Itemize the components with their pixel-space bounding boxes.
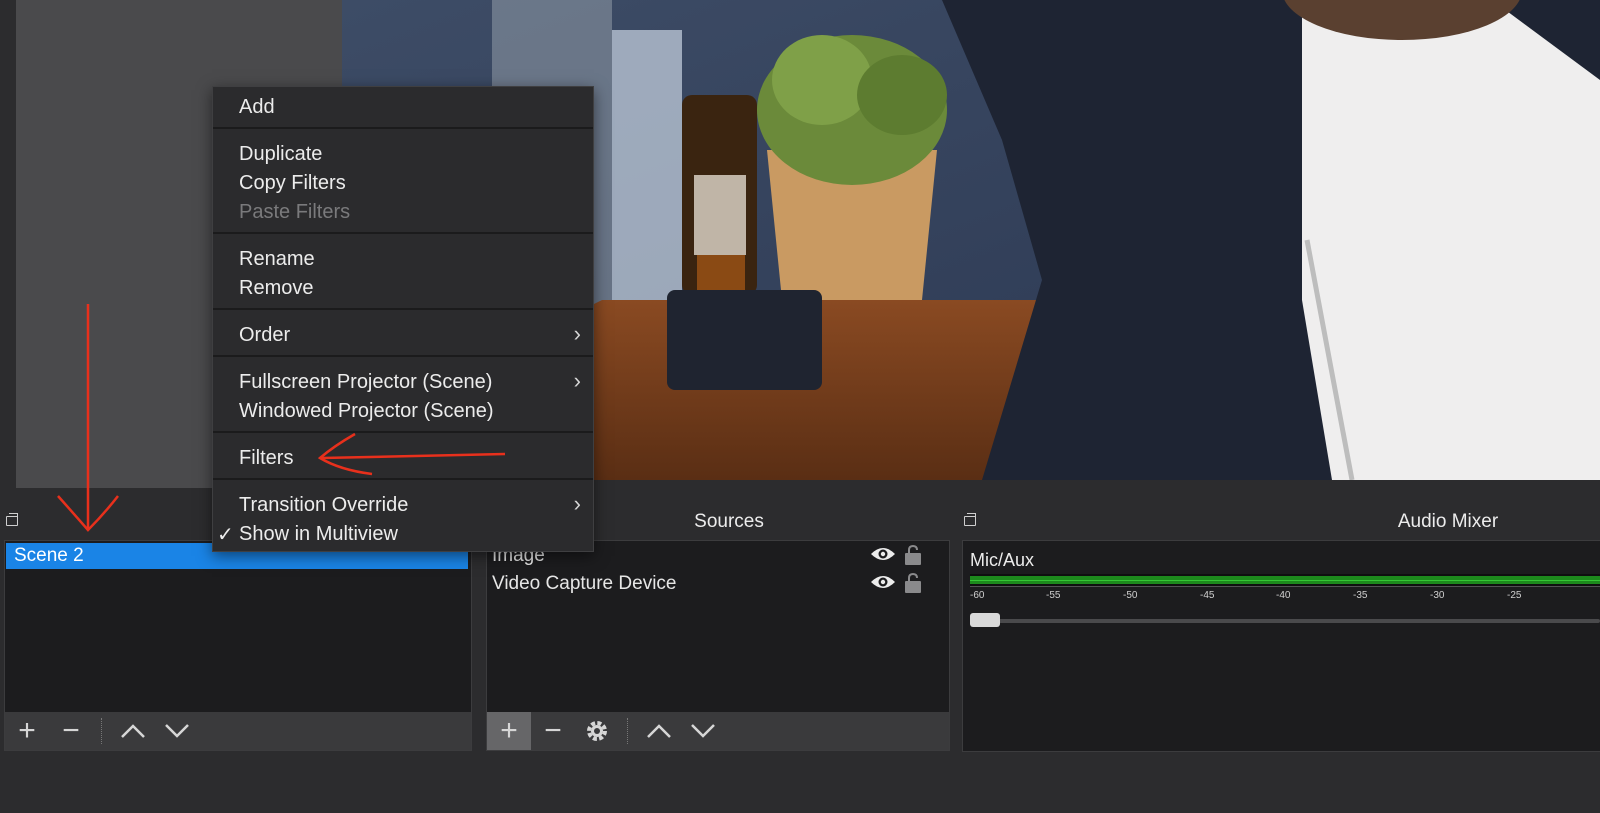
menu-item-windowed-projector[interactable]: Windowed Projector (Scene) — [239, 397, 494, 426]
menu-separator — [213, 355, 593, 357]
volume-slider-track[interactable] — [975, 619, 1600, 623]
source-item[interactable]: Video Capture Device — [492, 571, 932, 597]
add-scene-button[interactable]: + — [5, 712, 49, 750]
menu-separator — [213, 478, 593, 480]
meter-scale: -60 -55 -50 -45 -40 -35 -30 -25 — [970, 586, 1600, 616]
menu-item-add[interactable]: Add — [239, 93, 275, 122]
toolbar-separator — [627, 718, 629, 744]
menu-item-show-in-multiview[interactable]: Show in Multiview — [239, 520, 398, 549]
menu-item-transition-override[interactable]: Transition Override — [239, 491, 408, 520]
meter-tick-label: -40 — [1276, 590, 1291, 601]
unlock-icon[interactable] — [904, 545, 922, 565]
source-name: Video Capture Device — [492, 573, 677, 594]
meter-tick-label: -60 — [970, 590, 985, 601]
submenu-arrow-icon: › — [573, 491, 581, 516]
audio-mixer-panel — [962, 540, 1600, 752]
scene-context-menu: Add Duplicate Copy Filters Paste Filters… — [212, 86, 594, 552]
meter-tick-label: -50 — [1123, 590, 1138, 601]
menu-separator — [213, 308, 593, 310]
volume-slider-handle[interactable] — [970, 613, 1000, 627]
unlock-icon[interactable] — [904, 573, 922, 593]
minus-icon: − — [62, 714, 80, 747]
submenu-arrow-icon: › — [573, 368, 581, 393]
eye-icon[interactable] — [870, 545, 896, 563]
menu-item-remove[interactable]: Remove — [239, 274, 313, 303]
gear-icon — [587, 721, 607, 741]
plus-icon: + — [18, 714, 36, 747]
meter-tick-label: -55 — [1046, 590, 1061, 601]
move-source-up-button[interactable] — [637, 712, 681, 750]
menu-item-rename[interactable]: Rename — [239, 245, 315, 274]
volume-meter-highlight — [970, 580, 1600, 581]
eye-icon[interactable] — [870, 573, 896, 591]
menu-item-order[interactable]: Order — [239, 321, 290, 350]
move-scene-down-button[interactable] — [155, 712, 199, 750]
meter-tick-label: -30 — [1430, 590, 1445, 601]
menu-separator — [213, 127, 593, 129]
source-properties-button[interactable] — [575, 712, 619, 750]
move-source-down-button[interactable] — [681, 712, 725, 750]
menu-separator — [213, 232, 593, 234]
meter-tick-label: -25 — [1507, 590, 1522, 601]
menu-separator — [213, 431, 593, 433]
remove-scene-button[interactable]: − — [49, 712, 93, 750]
menu-item-filters[interactable]: Filters — [239, 444, 293, 473]
remove-source-button[interactable]: − — [531, 712, 575, 750]
menu-item-copy-filters[interactable]: Copy Filters — [239, 169, 346, 198]
minus-icon: − — [544, 714, 562, 747]
plus-icon: + — [500, 714, 518, 747]
toolbar-separator — [101, 718, 103, 744]
chevron-down-icon — [691, 724, 715, 738]
checkmark-icon: ✓ — [217, 524, 234, 546]
scenes-dock-undock-icon[interactable] — [6, 513, 18, 526]
mixer-dock-title: Audio Mixer — [1397, 511, 1499, 532]
meter-tick-label: -45 — [1200, 590, 1215, 601]
volume-meter — [970, 574, 1600, 586]
mixer-dock-undock-icon[interactable] — [964, 513, 976, 526]
chevron-down-icon — [165, 724, 189, 738]
mixer-channel-name: Mic/Aux — [970, 550, 1035, 570]
scenes-toolbar: + − — [4, 712, 472, 751]
sources-toolbar: + − — [486, 712, 950, 751]
chevron-up-icon — [121, 724, 145, 738]
submenu-arrow-icon: › — [573, 321, 581, 346]
add-source-button[interactable]: + — [487, 712, 531, 750]
meter-tick-label: -35 — [1353, 590, 1368, 601]
chevron-up-icon — [647, 724, 671, 738]
move-scene-up-button[interactable] — [111, 712, 155, 750]
menu-item-duplicate[interactable]: Duplicate — [239, 140, 322, 169]
menu-item-paste-filters: Paste Filters — [239, 201, 351, 223]
menu-item-fullscreen-projector[interactable]: Fullscreen Projector (Scene) — [239, 368, 492, 397]
